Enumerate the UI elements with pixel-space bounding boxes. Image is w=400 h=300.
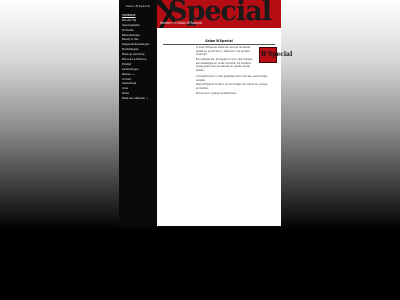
header-tagline: Welkom in Salon B'Special bbox=[160, 21, 202, 25]
body-paragraph: Salon B'Special houdt u op de hoogte van… bbox=[196, 83, 268, 90]
sidebar-item-label: Links bbox=[122, 87, 129, 91]
sidebar-item-label: Aanbiedingen bbox=[122, 67, 139, 71]
sidebar-item-label: Gastenboek bbox=[122, 82, 137, 86]
sidebar-item-label: Manicure & Pedicure bbox=[122, 58, 147, 62]
sidebar-item-label: Producten bbox=[122, 28, 135, 32]
sidebar-item-label: HOMEPAGE bbox=[122, 14, 136, 17]
page-title: Salon B'Special bbox=[205, 39, 233, 43]
promo-logo: B'Special bbox=[261, 51, 293, 58]
sidebar-item-label: Route bbox=[122, 92, 129, 96]
sidebar-item-label: Prijslijst bbox=[122, 62, 132, 66]
body-paragraph: Een bezoek aan de kapper is voor vele me… bbox=[196, 58, 253, 72]
sidebar-item[interactable]: Maak een afspraak ▸ bbox=[122, 97, 156, 102]
promo-image: B'Special bbox=[259, 47, 292, 63]
title-divider bbox=[163, 44, 275, 45]
sidebar-item-label: Openingstijden bbox=[122, 23, 141, 27]
sidebar-item-label: Bruidskapsels bbox=[122, 48, 139, 52]
sidebar: Salon B'Special HOMEPAGE Wie Zijn Wij Open… bbox=[119, 0, 158, 226]
submenu-arrow-icon: ▸ bbox=[132, 72, 134, 76]
sidebar-brand: Salon B'Special bbox=[125, 4, 151, 8]
intro-paragraph: In salon B'Special staat het doel op de … bbox=[196, 46, 251, 57]
main-content: Salon B'Special B'Special In salon B'Spe… bbox=[157, 28, 292, 226]
sidebar-item-label: Maak een afspraak bbox=[122, 97, 145, 101]
submenu-arrow-icon: ▸ bbox=[146, 97, 148, 101]
header-banner: Special Welkom in Salon B'Special bbox=[157, 0, 281, 28]
site-container: Salon B'Special HOMEPAGE Wie Zijn Wij Open… bbox=[119, 0, 292, 226]
sidebar-nav: HOMEPAGE Wie Zijn Wij Openingstijden Produc… bbox=[122, 14, 156, 102]
body-paragraph: U treedt binnen in een gezellige salon m… bbox=[196, 75, 268, 82]
sidebar-item-label: Make-up workshop bbox=[122, 53, 145, 57]
sidebar-item-label: Beauty & Hair bbox=[122, 38, 139, 42]
sidebar-item-label: Contact bbox=[122, 77, 132, 81]
sidebar-item-label: Behandelingen bbox=[122, 33, 140, 37]
sidebar-item-label: Nieuws bbox=[122, 72, 131, 76]
closing-paragraph: Wij kunnen u graag verwelkomen! bbox=[196, 92, 237, 95]
sidebar-item-label: Wie Zijn Wij bbox=[122, 18, 137, 22]
sidebar-item-label: Kappersbehandelingen bbox=[122, 43, 150, 47]
